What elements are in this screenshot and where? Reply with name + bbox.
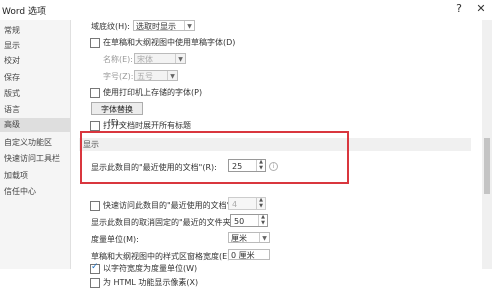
font-name-label: 名称(E): [103, 55, 133, 64]
font-size-label: 字号(Z): [103, 72, 134, 81]
spinner-arrows-icon[interactable]: ▲ ▼ [258, 214, 267, 226]
char-width-units-checkbox[interactable] [90, 262, 100, 274]
chevron-down-icon: ▼ [184, 21, 194, 30]
sidebar-item-trust-center[interactable]: 信任中心 [4, 185, 68, 199]
spinner-arrows-icon[interactable]: ▲ ▼ [256, 197, 265, 209]
sidebar-item-addins[interactable]: 加载项 [4, 169, 68, 183]
font-substitution-button[interactable]: 字体替换(F)... [91, 102, 143, 127]
html-pixels-checkbox[interactable] [90, 278, 100, 288]
sidebar-item-display[interactable]: 显示 [4, 39, 68, 53]
sidebar-item-proofing[interactable]: 校对 [4, 54, 68, 68]
highlight-box [80, 131, 349, 184]
recent-folders-label: 显示此数目的取消固定的"最近的文件夹"(F): [91, 218, 248, 227]
help-button[interactable]: ? [450, 1, 468, 17]
expand-headings-checkbox[interactable] [90, 121, 100, 131]
scrollbar-thumb[interactable] [484, 138, 490, 194]
quick-access-checkbox[interactable] [90, 201, 100, 211]
chevron-down-icon: ▼ [259, 233, 269, 242]
sidebar-item-save[interactable]: 保存 [4, 71, 68, 85]
close-button[interactable]: ✕ [472, 1, 490, 17]
draft-font-checkbox[interactable] [90, 38, 100, 48]
font-name-select[interactable]: 宋体 ▼ [134, 53, 186, 64]
style-area-width-label: 草稿和大纲视图中的样式区窗格宽度(E): [91, 252, 233, 261]
chevron-down-icon: ▼ [175, 54, 185, 63]
sidebar-item-advanced[interactable]: 高级 [0, 118, 70, 132]
advanced-options-panel: 域底纹(H): 选取时显示 ▼ 在草稿和大纲视图中使用草稿字体(D) 名称(E):… [71, 20, 482, 288]
vertical-scrollbar[interactable] [482, 20, 492, 269]
style-area-width-input[interactable]: 0 厘米 [228, 249, 270, 260]
printer-fonts-label: 使用打印机上存储的字体(P) [103, 88, 203, 97]
recent-folders-spinner[interactable]: 50 ▲ ▼ [230, 214, 268, 227]
quick-access-spinner[interactable]: 4 ▲ ▼ [228, 197, 266, 210]
sidebar-item-language[interactable]: 语言 [4, 103, 68, 117]
field-shading-label: 域底纹(H): [91, 22, 130, 31]
window-title: Word 选项 [2, 7, 46, 17]
measure-units-select[interactable]: 厘米 ▼ [228, 232, 270, 243]
printer-fonts-checkbox[interactable] [90, 88, 100, 98]
expand-headings-label: 打开文档时展开所有标题 [103, 121, 191, 130]
sidebar-item-layout[interactable]: 版式 [4, 87, 68, 101]
sidebar-item-general[interactable]: 常规 [4, 24, 68, 38]
field-shading-select[interactable]: 选取时显示 ▼ [133, 20, 195, 31]
html-pixels-label: 为 HTML 功能显示像素(X) [103, 278, 199, 287]
sidebar: 常规 显示 校对 保存 版式 语言 高级 自定义功能区 快速访问工具栏 加载项 … [0, 20, 71, 269]
measure-units-label: 度量单位(M): [91, 235, 139, 244]
chevron-down-icon: ▼ [167, 71, 177, 80]
font-size-select[interactable]: 五号 ▼ [134, 70, 178, 81]
title-bar: Word 选项 ? ✕ [0, 0, 492, 20]
draft-font-label: 在草稿和大纲视图中使用草稿字体(D) [103, 38, 236, 47]
sidebar-item-quick-access-toolbar[interactable]: 快速访问工具栏 [4, 152, 68, 166]
sidebar-item-customize-ribbon[interactable]: 自定义功能区 [4, 136, 68, 150]
quick-access-label: 快速访问此数目的"最近使用的文档"(Q): [103, 201, 246, 210]
